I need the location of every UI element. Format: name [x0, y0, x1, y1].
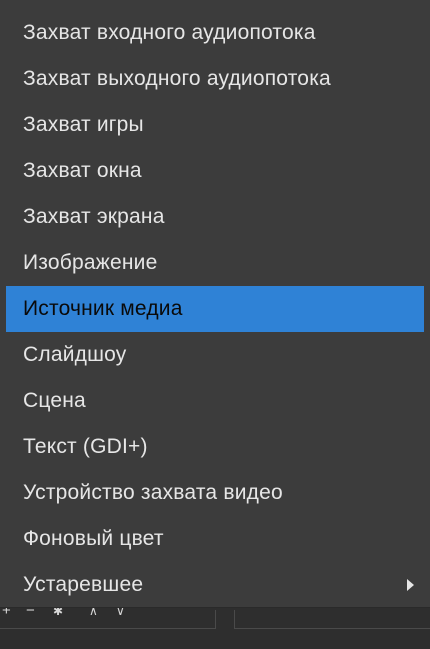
- menu-item-label: Захват окна: [23, 159, 142, 182]
- menu-item-image[interactable]: Изображение: [6, 240, 424, 286]
- menu-item-game-capture[interactable]: Захват игры: [6, 102, 424, 148]
- menu-item-label: Изображение: [23, 251, 158, 274]
- menu-item-scene[interactable]: Сцена: [6, 378, 424, 424]
- menu-item-audio-output-capture[interactable]: Захват выходного аудиопотока: [6, 56, 424, 102]
- menu-item-label: Слайдшоу: [23, 343, 127, 366]
- menu-item-label: Устаревшее: [23, 573, 144, 596]
- menu-item-label: Сцена: [23, 389, 86, 412]
- menu-item-label: Захват выходного аудиопотока: [23, 67, 331, 90]
- menu-item-label: Фоновый цвет: [23, 527, 164, 550]
- chevron-right-icon: [407, 579, 414, 591]
- menu-item-label: Захват игры: [23, 113, 144, 136]
- menu-item-media-source[interactable]: Источник медиа: [6, 286, 424, 332]
- menu-item-label: Захват экрана: [23, 205, 165, 228]
- menu-item-window-capture[interactable]: Захват окна: [6, 148, 424, 194]
- app-window: + − ✱ ∧ ∨ Захват входного аудиопотока За…: [0, 0, 430, 649]
- menu-item-slideshow[interactable]: Слайдшоу: [6, 332, 424, 378]
- menu-item-label: Текст (GDI+): [23, 435, 148, 458]
- add-source-context-menu: Захват входного аудиопотока Захват выход…: [0, 0, 430, 608]
- menu-item-deprecated[interactable]: Устаревшее: [6, 562, 424, 608]
- menu-item-color-source[interactable]: Фоновый цвет: [6, 516, 424, 562]
- menu-item-display-capture[interactable]: Захват экрана: [6, 194, 424, 240]
- mixer-panel-frame: [234, 610, 430, 629]
- menu-item-label: Устройство захвата видео: [23, 481, 283, 504]
- menu-item-text-gdi[interactable]: Текст (GDI+): [6, 424, 424, 470]
- menu-item-label: Захват входного аудиопотока: [23, 21, 316, 44]
- menu-item-label: Источник медиа: [23, 297, 183, 320]
- menu-item-audio-input-capture[interactable]: Захват входного аудиопотока: [6, 10, 424, 56]
- menu-item-video-capture-device[interactable]: Устройство захвата видео: [6, 470, 424, 516]
